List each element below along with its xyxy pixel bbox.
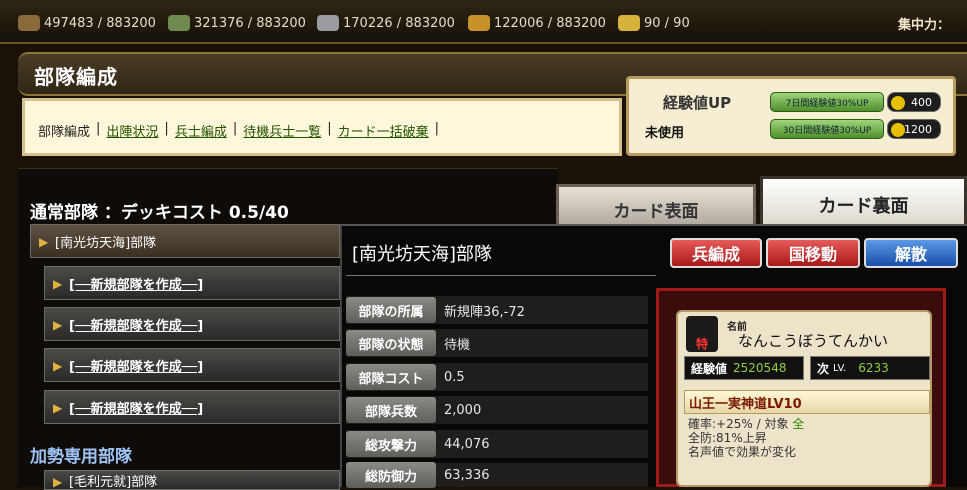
- skill-name: 山王一実神道LV10: [684, 390, 930, 414]
- prop-label: 部隊コスト: [346, 364, 436, 390]
- exp-30day-cost: 1200: [887, 119, 941, 139]
- create-deck-link[interactable]: [──新規部隊を作成──]: [69, 315, 203, 334]
- nav-link-discard[interactable]: カード一括破棄: [338, 121, 429, 140]
- rarity-icon: 特: [686, 316, 718, 352]
- prop-value: 待機: [444, 337, 471, 353]
- resource-food: 122006 / 883200: [468, 12, 606, 34]
- nav-current: 部隊編成: [38, 125, 91, 140]
- chevron-right-icon: ▶: [53, 318, 63, 332]
- cotton-icon: [168, 15, 190, 31]
- nav-link-soldiers[interactable]: 兵士編成: [175, 121, 227, 140]
- exp-30day-button[interactable]: 30日間経験値30%UP: [770, 119, 884, 139]
- prop-row: 部隊の状態 待機: [346, 329, 648, 357]
- prop-value: 2,000: [444, 402, 482, 418]
- skill-rate: 確率:+25% / 対象: [688, 417, 789, 431]
- next-value: 6233: [858, 361, 889, 375]
- concentration-label: 集中力：: [898, 18, 951, 33]
- iron-value: 170226 / 883200: [343, 15, 455, 31]
- exp-up-status: 未使用: [645, 126, 685, 141]
- exp-value: 2520548: [733, 361, 787, 375]
- nav-sep: |: [327, 121, 332, 136]
- food-value: 122006 / 883200: [494, 15, 606, 31]
- exp-7day-cost: 400: [887, 92, 941, 112]
- prop-value: 新規陣36,-72: [444, 304, 525, 320]
- prop-label: 総攻撃力: [346, 431, 436, 457]
- exp-up-panel: [626, 76, 956, 156]
- move-country-button[interactable]: 国移動: [766, 238, 860, 268]
- normal-deck-title: 通常部隊 ：デッキコスト 0.5/40: [30, 198, 289, 223]
- chevron-right-icon: ▶: [39, 235, 49, 249]
- breadcrumb: 部隊編成 | 出陣状況 | 兵士編成 | 待機兵士一覧 | カード一括破棄 |: [38, 121, 439, 140]
- prop-row: 部隊兵数 2,000: [346, 396, 648, 424]
- coin-icon: [891, 123, 905, 137]
- skill-rate-line: 確率:+25% / 対象 全: [688, 417, 924, 431]
- deck-row-new[interactable]: ▶ [──新規部隊を作成──]: [44, 266, 340, 300]
- exp-7day-button[interactable]: 7日間経験値30%UP: [770, 92, 884, 112]
- resource-wood: 497483 / 883200: [18, 12, 156, 34]
- prop-label: 部隊の所属: [346, 297, 436, 323]
- skill-target: 全: [792, 417, 805, 431]
- prop-row: 総防御力 63,336: [346, 462, 648, 488]
- exp-label: 経験値: [691, 361, 728, 376]
- skill-note: 名声値で効果が変化: [688, 445, 797, 459]
- deck-cost-value: 0.5/40: [228, 203, 289, 223]
- nav-sep: |: [96, 121, 101, 136]
- deck-row-new[interactable]: ▶ [──新規部隊を作成──]: [44, 390, 340, 424]
- deck-row-selected[interactable]: ▶ [南光坊天海]部隊: [30, 224, 340, 258]
- exp-30day-cost-value: 1200: [904, 122, 932, 136]
- deck-detail-title: [南光坊天海]部隊: [352, 244, 493, 265]
- prop-row: 部隊コスト 0.5: [346, 363, 648, 391]
- exp-up-title: 経験値UP: [663, 94, 732, 112]
- resource-troops: 90 / 90: [618, 12, 690, 34]
- prop-label: 総防御力: [346, 462, 436, 488]
- divider: [346, 275, 656, 276]
- page-title: 部隊編成: [34, 65, 118, 89]
- nav-link-sortie[interactable]: 出陣状況: [106, 121, 158, 140]
- skill-description: 確率:+25% / 対象 全 全防:81%上昇 名声値で効果が変化: [688, 417, 924, 459]
- troops-value: 90 / 90: [644, 15, 690, 31]
- exp-7day-cost-value: 400: [911, 95, 932, 109]
- nav-link-waiting[interactable]: 待機兵士一覧: [243, 121, 321, 140]
- card-next: 次 LV. 6233: [810, 356, 930, 380]
- nav-sep: |: [232, 121, 238, 136]
- prop-value: 44,076: [444, 436, 490, 452]
- troops-icon: [618, 15, 640, 31]
- resource-iron: 170226 / 883200: [317, 12, 455, 34]
- chevron-right-icon: ▶: [53, 401, 63, 415]
- create-deck-link[interactable]: [──新規部隊を作成──]: [69, 356, 203, 375]
- iron-icon: [317, 15, 339, 31]
- coin-icon: [891, 96, 905, 110]
- food-icon: [468, 15, 490, 31]
- cotton-value: 321376 / 883200: [194, 15, 306, 31]
- prop-label: 部隊兵数: [346, 397, 436, 423]
- chevron-right-icon: ▶: [53, 277, 63, 291]
- wood-icon: [18, 15, 40, 31]
- deck-row-new[interactable]: ▶ [──新規部隊を作成──]: [44, 348, 340, 382]
- prop-value: 0.5: [444, 369, 465, 385]
- card-name: なんこうぼうてんかい: [738, 332, 889, 350]
- normal-deck-label: 通常部隊 ：デッキコスト: [30, 203, 223, 223]
- nav-sep: |: [434, 121, 440, 136]
- nav-sep: |: [164, 121, 169, 136]
- skill-effect: 全防:81%上昇: [688, 431, 767, 445]
- chevron-right-icon: ▶: [53, 359, 63, 373]
- prop-row: 総攻撃力 44,076: [346, 430, 648, 458]
- prop-row: 部隊の所属 新規陣36,-72: [346, 296, 648, 324]
- edit-troops-button[interactable]: 兵編成: [670, 238, 762, 268]
- disband-button[interactable]: 解散: [864, 238, 958, 268]
- prop-value: 63,336: [444, 467, 490, 483]
- support-deck-title: 加勢専用部隊: [30, 447, 132, 467]
- deck-label: [南光坊天海]部隊: [55, 235, 157, 251]
- support-deck-row[interactable]: ▶ [毛利元就]部隊: [44, 470, 340, 490]
- next-lv-label: LV.: [833, 362, 847, 374]
- wood-value: 497483 / 883200: [44, 15, 156, 31]
- card-exp: 経験値 2520548: [684, 356, 804, 380]
- create-deck-link[interactable]: [──新規部隊を作成──]: [69, 274, 203, 293]
- next-label: 次: [817, 361, 830, 376]
- deck-row-new[interactable]: ▶ [──新規部隊を作成──]: [44, 307, 340, 341]
- prop-label: 部隊の状態: [346, 330, 436, 356]
- create-deck-link[interactable]: [──新規部隊を作成──]: [69, 398, 203, 417]
- resource-cotton: 321376 / 883200: [168, 12, 306, 34]
